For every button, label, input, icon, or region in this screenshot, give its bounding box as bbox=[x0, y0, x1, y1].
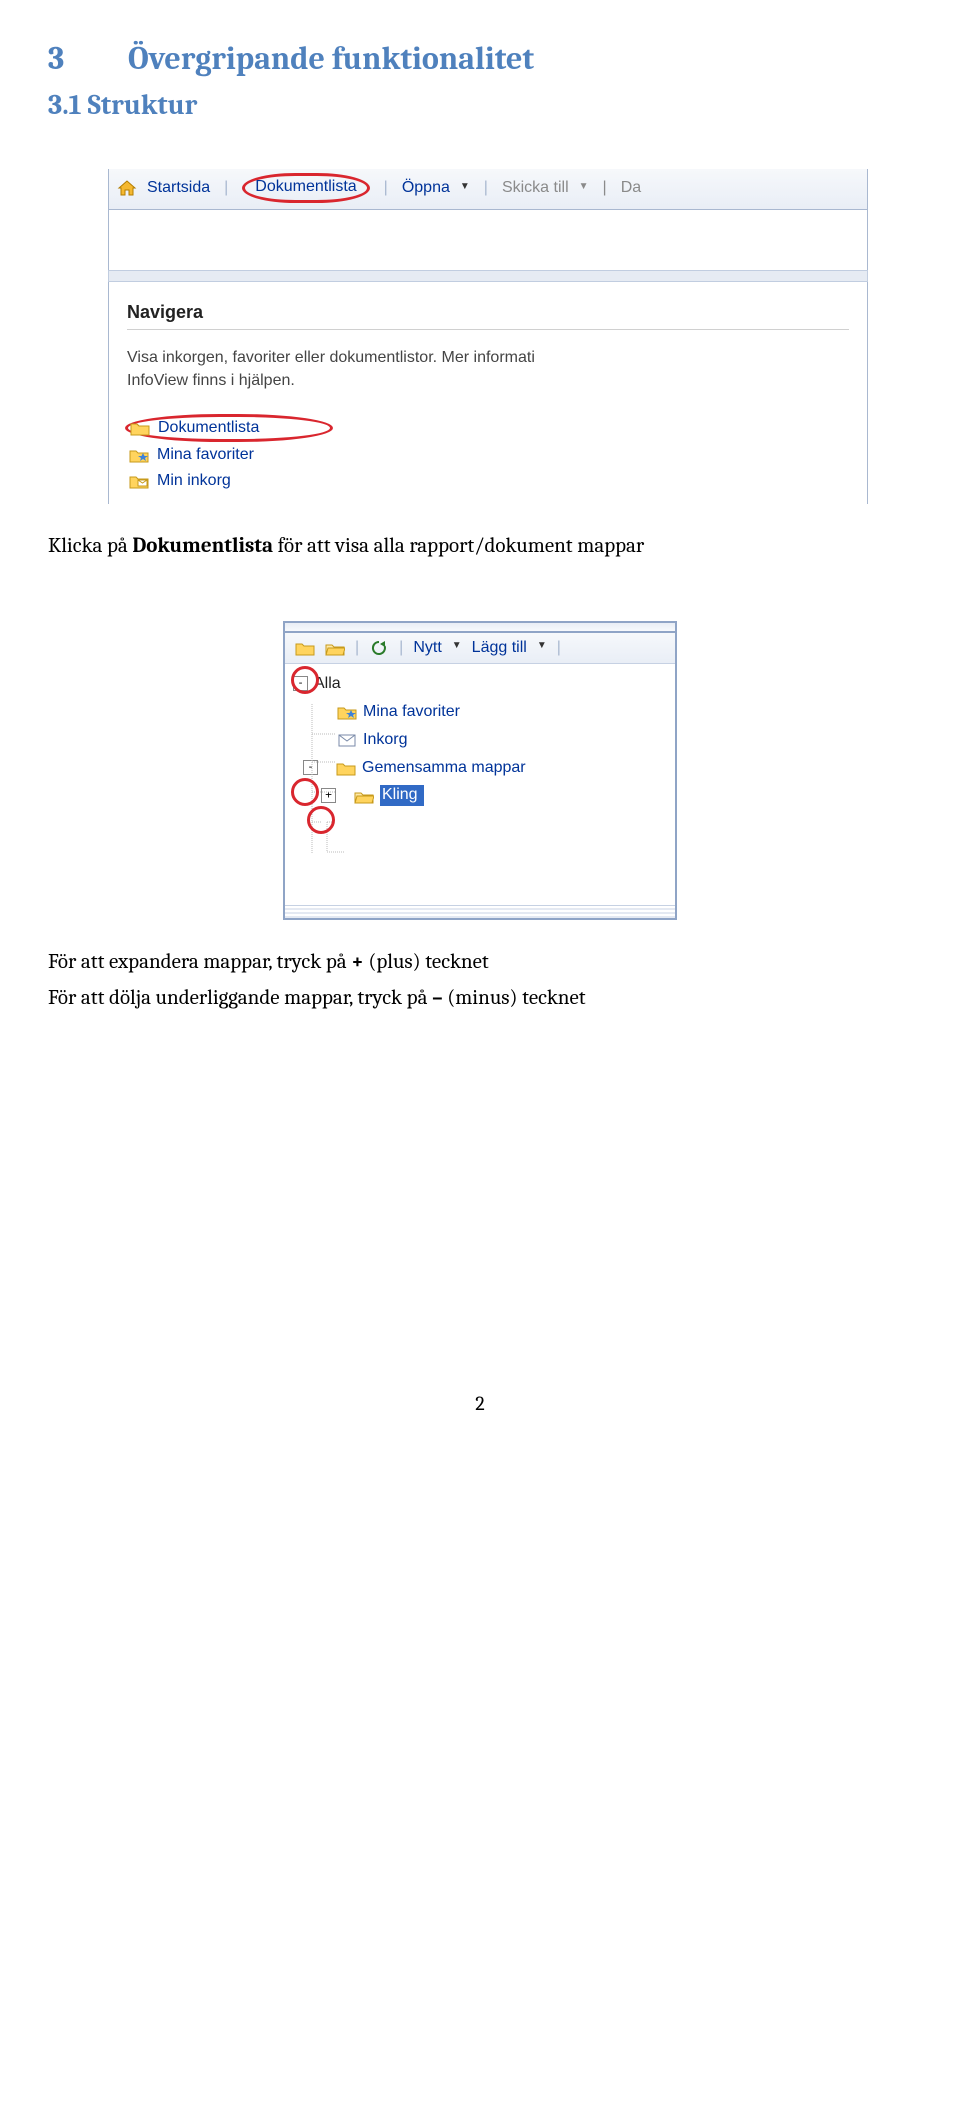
screenshot-folder-tree: | | Nytt ▼ Lägg till ▼ | - Alla Mina fav… bbox=[283, 621, 677, 920]
tree-toolbar-new[interactable]: Nytt bbox=[413, 639, 441, 657]
nav-item-label: Dokumentlista bbox=[158, 419, 259, 437]
panel-title: Navigera bbox=[127, 294, 849, 330]
toolbar-doclist-highlight[interactable]: Dokumentlista bbox=[242, 173, 369, 203]
tree-label-selected: Kling bbox=[380, 785, 424, 806]
toolbar-separator: | bbox=[399, 639, 403, 657]
tree-node-favorites[interactable]: Mina favoriter bbox=[293, 698, 667, 726]
nav-item-favorites[interactable]: Mina favoriter bbox=[129, 442, 849, 468]
collapse-icon[interactable]: - bbox=[303, 760, 318, 775]
tree-node-all[interactable]: - Alla bbox=[293, 670, 667, 698]
tree-toolbar-add[interactable]: Lägg till bbox=[472, 639, 527, 657]
folder-icon bbox=[336, 759, 356, 777]
paragraph-collapse: För att dölja underliggande mappar, tryc… bbox=[48, 984, 912, 1012]
tree-label: Inkorg bbox=[363, 731, 407, 749]
folder-tree: - Alla Mina favoriter Inkorg - Gemensamm… bbox=[285, 664, 675, 918]
toolbar-separator: | bbox=[380, 179, 392, 197]
navigate-panel: Navigera Visa inkorgen, favoriter eller … bbox=[108, 294, 868, 504]
tree-label: Mina favoriter bbox=[363, 703, 460, 721]
toolbar-trailing: Da bbox=[621, 179, 641, 197]
nav-item-doclist-highlight[interactable]: Dokumentlista bbox=[125, 414, 333, 442]
tree-label: Alla bbox=[314, 675, 341, 693]
plus-highlight-ring bbox=[307, 806, 335, 834]
dropdown-arrow-icon[interactable]: ▼ bbox=[537, 640, 547, 651]
open-folder-icon bbox=[354, 787, 374, 805]
section-title: Övergripande funktionalitet bbox=[128, 40, 534, 77]
collapse-icon[interactable]: - bbox=[293, 676, 308, 691]
nav-item-inbox[interactable]: Min inkorg bbox=[129, 468, 849, 494]
inbox-folder-icon bbox=[129, 472, 149, 490]
screenshot-toolbar-panel: Startsida | Dokumentlista | Öppna ▼ | Sk… bbox=[108, 169, 868, 504]
toolbar-separator: | bbox=[480, 179, 492, 197]
nav-item-label: Min inkorg bbox=[157, 472, 231, 490]
new-folder-icon[interactable] bbox=[295, 639, 315, 657]
folder-icon bbox=[130, 419, 150, 437]
dropdown-arrow-icon: ▼ bbox=[579, 181, 589, 192]
panel-description: Visa inkorgen, favoriter eller dokumentl… bbox=[127, 330, 849, 412]
app-toolbar: Startsida | Dokumentlista | Öppna ▼ | Sk… bbox=[108, 169, 868, 210]
nav-item-label: Mina favoriter bbox=[157, 446, 254, 464]
expand-icon[interactable]: + bbox=[321, 788, 336, 803]
tree-node-shared[interactable]: - Gemensamma mappar bbox=[293, 754, 667, 782]
subsection-heading: 3.1 Struktur bbox=[48, 89, 912, 121]
page-number: 2 bbox=[48, 1392, 912, 1415]
paragraph-expand: För att expandera mappar, tryck på + (pl… bbox=[48, 948, 912, 976]
paragraph-click-doclist: Klicka på Dokumentlista för att visa all… bbox=[48, 532, 912, 560]
home-icon bbox=[117, 179, 137, 197]
section-heading: 3Övergripande funktionalitet bbox=[48, 40, 912, 77]
toolbar-separator: | bbox=[355, 639, 359, 657]
tree-toolbar: | | Nytt ▼ Lägg till ▼ | bbox=[285, 633, 675, 664]
dropdown-arrow-icon[interactable]: ▼ bbox=[460, 181, 470, 192]
toolbar-separator: | bbox=[557, 639, 561, 657]
envelope-icon bbox=[337, 731, 357, 749]
toolbar-separator: | bbox=[599, 179, 611, 197]
dropdown-arrow-icon[interactable]: ▼ bbox=[452, 640, 462, 651]
tree-label: Gemensamma mappar bbox=[362, 759, 526, 777]
tree-node-inbox[interactable]: Inkorg bbox=[293, 726, 667, 754]
resize-grip[interactable] bbox=[285, 905, 675, 918]
section-number: 3 bbox=[48, 40, 128, 77]
favorites-folder-icon bbox=[129, 446, 149, 464]
toolbar-sendto: Skicka till bbox=[502, 179, 569, 197]
subsection-number: 3.1 bbox=[48, 89, 82, 121]
nav-link-list: Dokumentlista Mina favoriter Min inkorg bbox=[127, 412, 849, 494]
tree-node-kling[interactable]: + Kling bbox=[293, 782, 667, 810]
favorites-folder-icon bbox=[337, 703, 357, 721]
toolbar-home[interactable]: Startsida bbox=[147, 179, 210, 197]
refresh-icon[interactable] bbox=[369, 639, 389, 657]
toolbar-separator: | bbox=[220, 179, 232, 197]
toolbar-open[interactable]: Öppna bbox=[402, 179, 450, 197]
open-folder-icon[interactable] bbox=[325, 639, 345, 657]
subsection-title: Struktur bbox=[88, 89, 198, 121]
